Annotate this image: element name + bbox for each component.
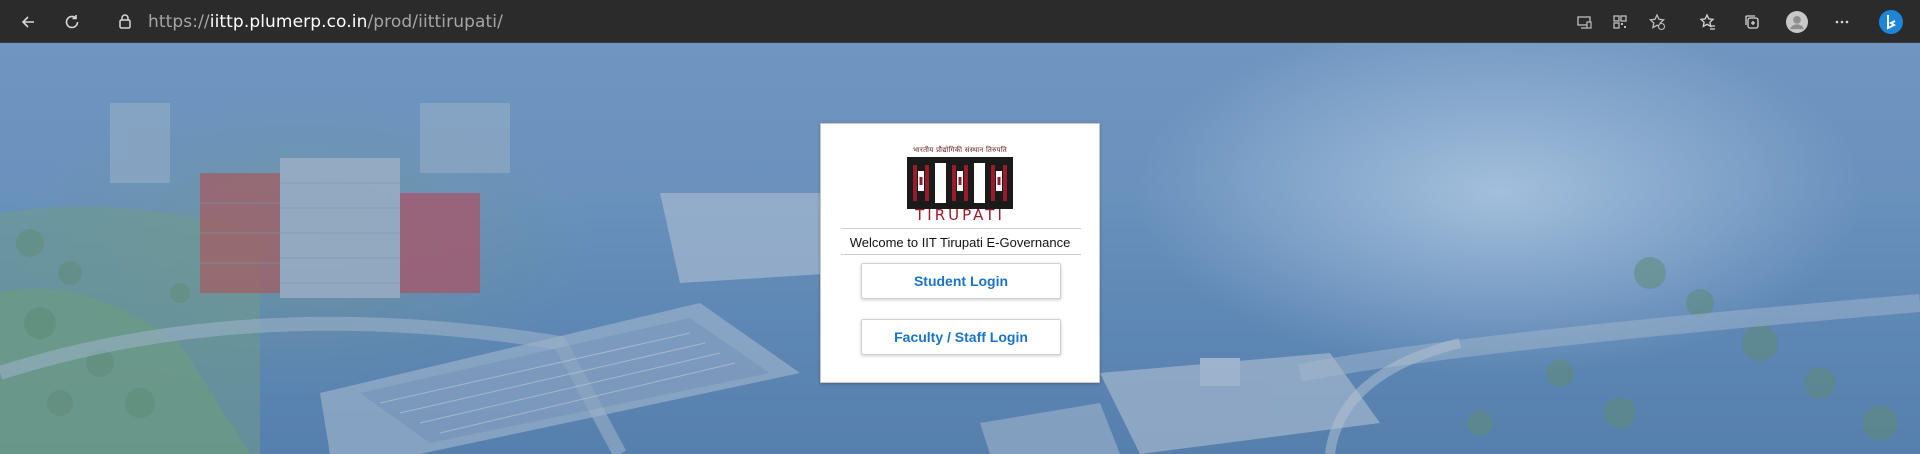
collections-icon[interactable] <box>1736 6 1768 38</box>
favorite-add-icon[interactable] <box>1641 6 1673 38</box>
back-icon[interactable] <box>12 6 44 38</box>
staff-login-button[interactable]: Faculty / Staff Login <box>861 319 1061 355</box>
profile-avatar-icon[interactable] <box>1781 6 1813 38</box>
iit-tirupati-logo: भारतीय प्रौद्योगिकी संस्थान तिरुपति TIRU… <box>895 146 1025 224</box>
bing-copilot-icon[interactable] <box>1875 6 1907 38</box>
url-prefix: https:// <box>148 12 210 32</box>
more-icon[interactable] <box>1826 6 1858 38</box>
lock-icon[interactable] <box>116 12 134 30</box>
logo-wordmark: TIRUPATI <box>915 206 1005 224</box>
favorites-icon[interactable] <box>1692 6 1724 38</box>
login-card: भारतीय प्रौद्योगिकी संस्थान तिरुपति TIRU… <box>820 123 1100 383</box>
url-path: /prod/iittirupati/ <box>367 12 503 32</box>
address-bar[interactable]: https://iittp.plumerp.co.in/prod/iittiru… <box>148 9 503 35</box>
logo-hindi-text: भारतीय प्रौद्योगिकी संस्थान तिरुपति <box>912 146 1008 154</box>
divider <box>841 254 1081 255</box>
divider <box>841 228 1081 229</box>
app-available-icon[interactable] <box>1568 6 1600 38</box>
iit-emblem-icon <box>907 157 1013 209</box>
refresh-icon[interactable] <box>56 6 88 38</box>
welcome-text: Welcome to IIT Tirupati E-Governance <box>849 235 1071 250</box>
qr-code-icon[interactable] <box>1604 6 1636 38</box>
browser-toolbar: https://iittp.plumerp.co.in/prod/iittiru… <box>0 0 1920 43</box>
student-login-button[interactable]: Student Login <box>861 263 1061 299</box>
url-host: iittp.plumerp.co.in <box>209 12 368 32</box>
